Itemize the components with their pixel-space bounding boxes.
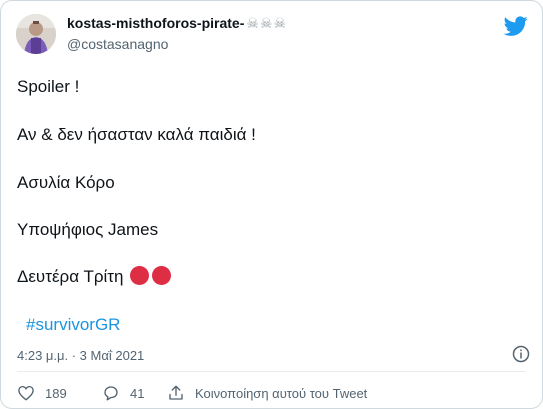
display-name-text[interactable]: kostas-misthoforos-pirate- (67, 15, 244, 31)
tweet-card: kostas-misthoforos-pirate- ☠☠☠ @costasana… (0, 0, 543, 409)
share-label: Κοινοποίηση αυτού του Tweet (195, 385, 368, 401)
divider (17, 371, 526, 372)
user-handle[interactable]: @costasanagno (67, 36, 168, 52)
share-icon (169, 385, 183, 400)
red-circle-icon (130, 266, 150, 285)
display-name[interactable]: kostas-misthoforos-pirate- ☠☠☠ (67, 15, 287, 32)
reply-bubble-icon (104, 386, 118, 401)
hashtag-link[interactable]: #survivorGR (26, 315, 120, 335)
avatar[interactable] (16, 14, 56, 54)
like-count: 189 (45, 385, 67, 401)
tweet-line: Ασυλία Κόρο (17, 173, 115, 192)
share-button[interactable]: Κοινοποίηση αυτού του Tweet (167, 384, 367, 402)
like-button[interactable]: 189 (17, 384, 67, 402)
tweet-line: Spoiler ! (17, 77, 80, 96)
tweet-line-with-emoji: Δευτέρα Τρίτη (17, 266, 172, 290)
twitter-bird-icon[interactable] (504, 14, 528, 38)
heart-icon (18, 385, 34, 401)
tweet-line: Υποψήφιος James (17, 220, 159, 239)
red-circle-icon (127, 266, 172, 290)
reply-count: 41 (130, 385, 145, 401)
red-circle-icon (152, 266, 172, 285)
tweet-timestamp[interactable]: 4:23 μ.μ. · 3 Μαΐ 2021 (17, 348, 144, 363)
info-icon[interactable] (512, 345, 530, 363)
tweet-line: Δευτέρα Τρίτη (17, 267, 124, 286)
skull-emoji-icon: ☠☠☠ (246, 15, 288, 31)
tweet-line: Αν & δεν ήσασταν καλά παιδιά ! (17, 125, 256, 144)
reply-button[interactable]: 41 (102, 384, 144, 402)
